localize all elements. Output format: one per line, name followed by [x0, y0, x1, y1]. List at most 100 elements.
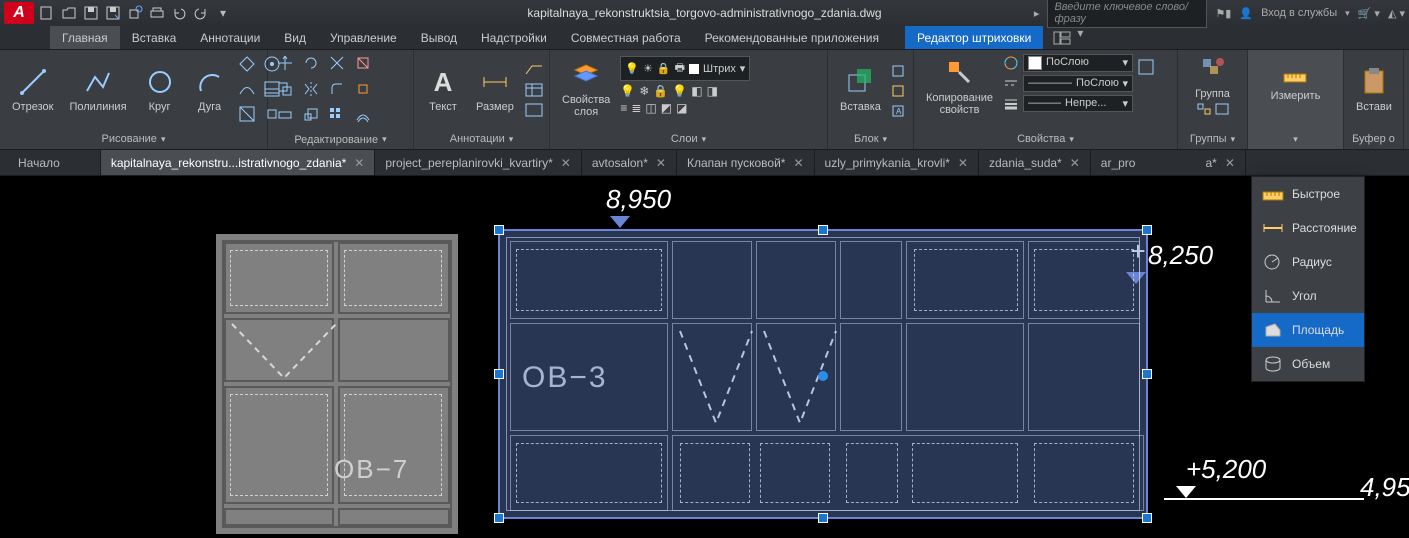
user-icon[interactable]: 👤: [1239, 7, 1253, 20]
layer-off-icon[interactable]: 💡: [672, 84, 687, 98]
layer-change-icon[interactable]: ◪: [676, 101, 687, 115]
measure-distance[interactable]: Расстояние: [1252, 211, 1364, 245]
panel-block-title[interactable]: Блок▾: [828, 129, 913, 149]
file-tab-home[interactable]: Начало: [0, 150, 101, 175]
grip-handle[interactable]: [494, 225, 504, 235]
info-arrow-icon[interactable]: ▸: [1034, 7, 1040, 20]
measure-angle[interactable]: Угол: [1252, 279, 1364, 313]
file-tab-7[interactable]: ar_pro a*✕: [1091, 150, 1246, 175]
erase-icon[interactable]: [352, 52, 374, 74]
measure-area[interactable]: Площадь: [1252, 313, 1364, 347]
linetype-combo[interactable]: ———— ПоСлою▾: [1003, 75, 1133, 92]
autodesk-account-icon[interactable]: ⚑▮: [1215, 7, 1231, 20]
tab-featured[interactable]: Рекомендованные приложения: [693, 26, 891, 49]
text-button[interactable]: AТекст: [420, 63, 466, 115]
tab-view[interactable]: Вид: [272, 26, 318, 49]
file-tab-5[interactable]: uzly_primykania_krovli*✕: [815, 150, 979, 175]
layer-merge-icon[interactable]: ◫: [645, 101, 656, 115]
undo-icon[interactable]: [170, 4, 188, 22]
layer-properties-button[interactable]: Свойства слоя: [556, 56, 616, 120]
app-logo[interactable]: A: [4, 2, 34, 24]
offset-icon[interactable]: [352, 104, 374, 126]
grip-handle[interactable]: [1142, 369, 1152, 379]
ribbon-minimize-icon[interactable]: ▾: [1077, 26, 1083, 49]
polyline-button[interactable]: Полилиния: [63, 63, 132, 115]
measure-volume[interactable]: Объем: [1252, 347, 1364, 381]
close-icon[interactable]: ✕: [958, 156, 968, 170]
panel-filter-icon[interactable]: [1053, 26, 1071, 49]
search-input[interactable]: Введите ключевое слово/фразу: [1047, 0, 1207, 28]
circle-button[interactable]: Круг: [137, 63, 183, 115]
layer-match-icon[interactable]: 💡: [620, 84, 635, 98]
close-icon[interactable]: ✕: [561, 156, 571, 170]
move-icon[interactable]: [274, 52, 296, 74]
file-tab-4[interactable]: Клапан пусковой*✕: [677, 150, 815, 175]
tab-insert[interactable]: Вставка: [120, 26, 189, 49]
close-icon[interactable]: ✕: [793, 156, 803, 170]
copy-icon[interactable]: [274, 78, 296, 100]
tab-home[interactable]: Главная: [50, 26, 120, 49]
close-icon[interactable]: ✕: [1070, 156, 1080, 170]
panel-draw-title[interactable]: Рисование▾: [0, 129, 267, 149]
file-tab-2[interactable]: project_pereplanirovki_kvartiry*✕: [375, 150, 581, 175]
array-icon[interactable]: [326, 104, 348, 126]
panel-layers-title[interactable]: Слои▾: [550, 129, 827, 149]
file-tab-6[interactable]: zdania_suda*✕: [979, 150, 1091, 175]
file-tab-1[interactable]: kapitalnaya_rekonstru...istrativnogo_zda…: [101, 150, 376, 175]
transparency-icon[interactable]: [1137, 58, 1155, 76]
mirror-icon[interactable]: [300, 78, 322, 100]
save-icon[interactable]: [82, 4, 100, 22]
rotate-icon[interactable]: [300, 52, 322, 74]
fillet-icon[interactable]: [326, 78, 348, 100]
explode-icon[interactable]: [352, 78, 374, 100]
new-icon[interactable]: [38, 4, 56, 22]
region-icon[interactable]: [237, 104, 259, 126]
file-tab-3[interactable]: avtosalon*✕: [582, 150, 677, 175]
close-icon[interactable]: ✕: [1225, 156, 1235, 170]
drawing-canvas[interactable]: 8,950 8,250 + +5,200 4,95 OB−7: [0, 176, 1409, 538]
tab-manage[interactable]: Управление: [318, 26, 409, 49]
group-edit-icon[interactable]: [1214, 102, 1230, 116]
block-edit-icon[interactable]: [891, 82, 909, 98]
lineweight-combo[interactable]: ——— Непре...▾: [1003, 95, 1133, 112]
saveas-icon[interactable]: [104, 4, 122, 22]
grip-handle[interactable]: [494, 513, 504, 523]
panel-utils-title[interactable]: ▾: [1248, 129, 1343, 149]
panel-modify-title[interactable]: Редактирование▾: [268, 130, 413, 149]
spline-icon[interactable]: [237, 79, 259, 101]
stretch-icon[interactable]: [274, 104, 296, 126]
insert-block-button[interactable]: Вставка: [834, 63, 887, 115]
panel-annot-title[interactable]: Аннотации▾: [414, 129, 549, 149]
paste-button[interactable]: Встави: [1350, 63, 1398, 115]
tab-addins[interactable]: Надстройки: [469, 26, 559, 49]
panel-clip-title[interactable]: Буфер о: [1344, 129, 1403, 149]
layer-freeze-icon[interactable]: ❄: [639, 84, 649, 98]
layer-iso-icon[interactable]: ◧: [691, 84, 702, 98]
layer-state-icon[interactable]: ≡: [620, 101, 627, 115]
plot-icon[interactable]: [148, 4, 166, 22]
block-create-icon[interactable]: [891, 62, 909, 78]
web-icon[interactable]: [126, 4, 144, 22]
tab-hatch-editor[interactable]: Редактор штриховки: [905, 26, 1043, 49]
measure-quick[interactable]: Быстрое: [1252, 177, 1364, 211]
close-icon[interactable]: ✕: [354, 156, 364, 170]
tab-annotate[interactable]: Аннотации: [188, 26, 272, 49]
ungroup-icon[interactable]: [1196, 102, 1212, 116]
arc-button[interactable]: Дуга: [187, 63, 233, 115]
layer-combo[interactable]: 💡☀🔒🖶Штриховка_Ном..п▾: [620, 56, 750, 81]
grip-handle[interactable]: [818, 513, 828, 523]
scale-icon[interactable]: [300, 104, 322, 126]
group-button[interactable]: Группа: [1195, 52, 1230, 100]
rect-icon[interactable]: [237, 54, 259, 76]
sign-in-label[interactable]: Вход в службы: [1261, 7, 1337, 19]
table-icon[interactable]: [524, 82, 544, 98]
tab-output[interactable]: Вывод: [409, 26, 469, 49]
grip-handle[interactable]: [1142, 225, 1152, 235]
grip-handle[interactable]: [1142, 513, 1152, 523]
layer-delete-icon[interactable]: ◩: [661, 101, 672, 115]
basket-icon[interactable]: 🛒 ▾: [1358, 7, 1380, 20]
redo-icon[interactable]: [192, 4, 210, 22]
help-icon[interactable]: ◭ ▾: [1388, 7, 1405, 20]
layer-lock-icon[interactable]: 🔒: [653, 84, 668, 98]
block-attr-icon[interactable]: A: [891, 102, 909, 118]
